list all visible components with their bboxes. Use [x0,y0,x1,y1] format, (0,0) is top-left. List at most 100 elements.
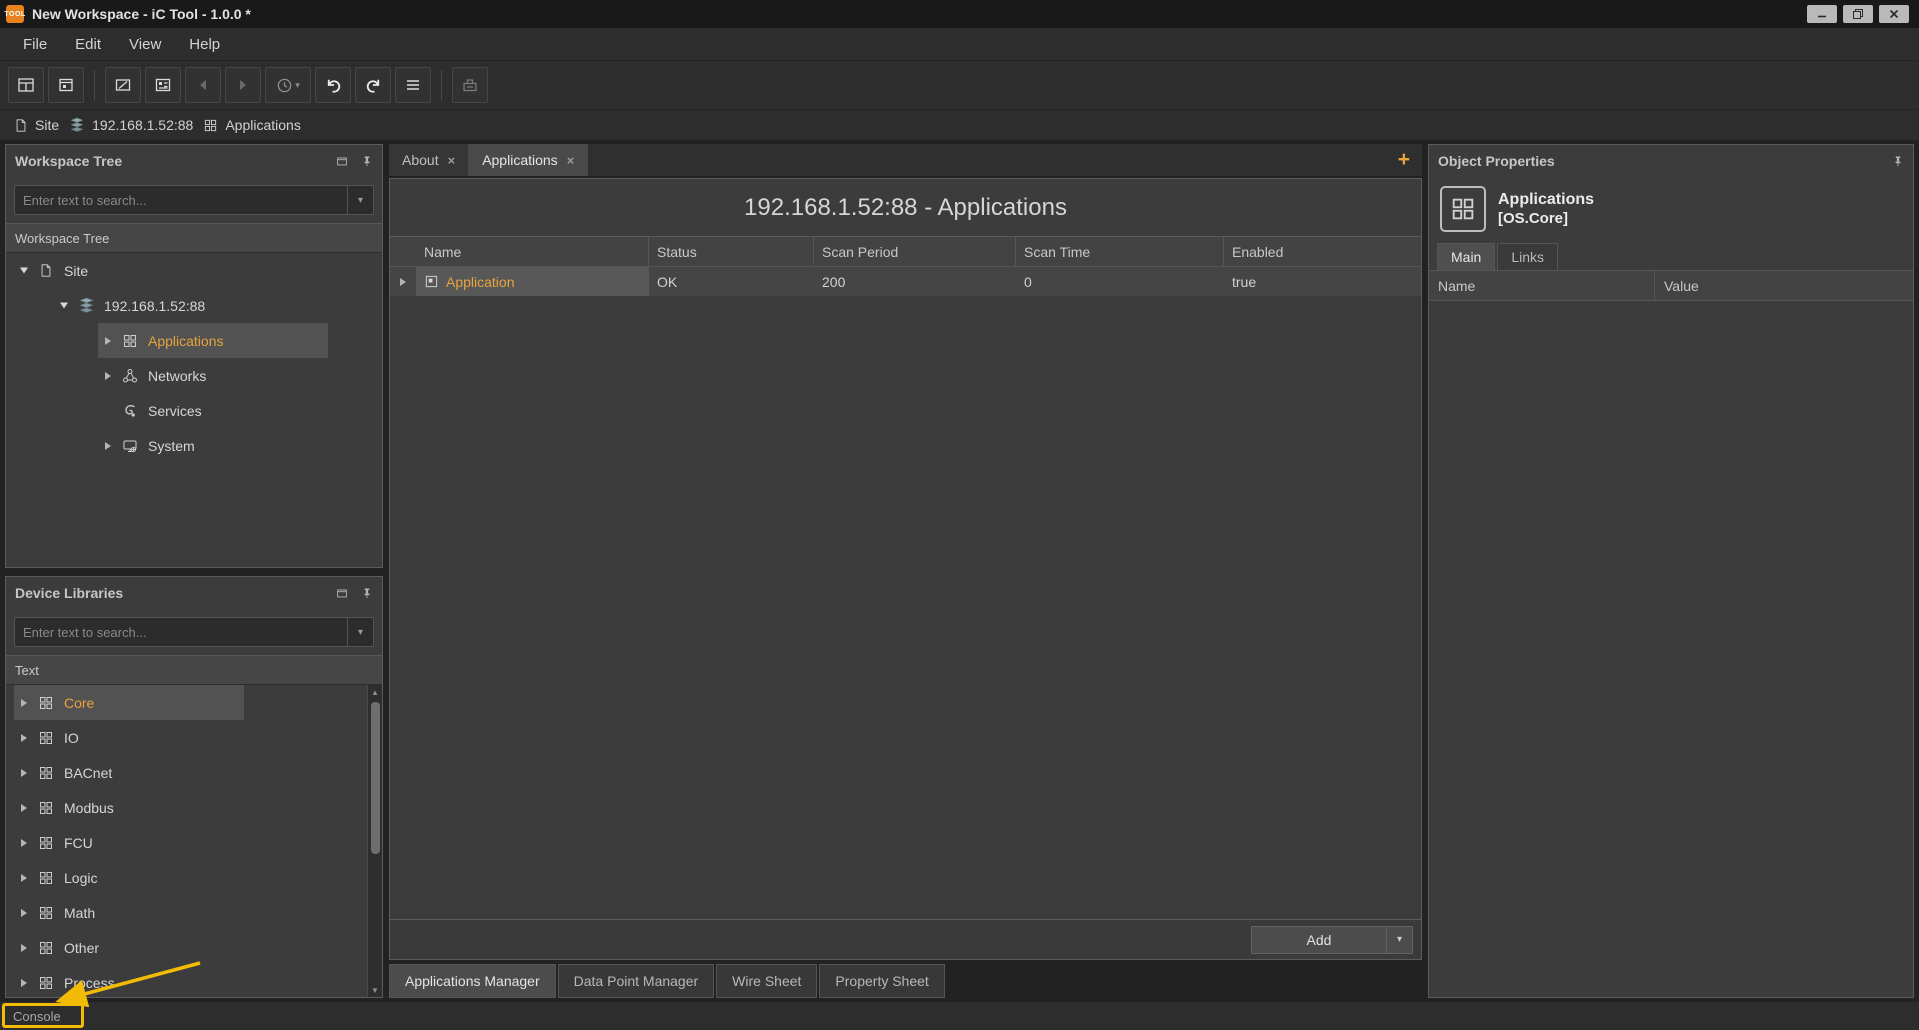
chevron-expanded-icon[interactable] [14,266,34,275]
new-tab-button[interactable]: + [1386,144,1422,176]
chevron-collapsed-icon[interactable] [14,908,34,918]
chevron-collapsed-icon[interactable] [14,698,34,708]
chevron-collapsed-icon[interactable] [14,768,34,778]
breadcrumb-controller[interactable]: 192.168.1.52:88 [69,117,193,133]
tree-item-site[interactable]: Site [6,253,382,288]
search-dropdown-button[interactable]: ▾ [347,186,373,214]
tree-item-applications[interactable]: Applications [6,323,382,358]
tab-main[interactable]: Main [1437,243,1495,270]
restore-button[interactable] [1843,5,1873,23]
close-button[interactable] [1879,5,1909,23]
back-button[interactable] [185,67,221,103]
chevron-collapsed-icon[interactable] [14,943,34,953]
device-list-scrollbar[interactable]: ▲ ▼ [367,685,382,997]
workspace-tree-header: Workspace Tree [6,145,382,177]
search-dropdown-button[interactable]: ▾ [347,618,373,646]
dock-icon[interactable] [335,586,349,600]
scroll-up-icon[interactable]: ▲ [368,685,382,699]
view-title: 192.168.1.52:88 - Applications [390,179,1421,237]
chevron-collapsed-icon[interactable] [14,803,34,813]
column-header-enabled[interactable]: Enabled [1224,237,1421,266]
tree-item-controller[interactable]: 192.168.1.52:88 [6,288,382,323]
library-item-modbus[interactable]: Modbus [6,790,367,825]
chevron-down-icon[interactable]: ▾ [1386,927,1412,953]
menu-help[interactable]: Help [176,32,233,57]
table-row[interactable]: Application OK 200 0 true [390,267,1421,297]
tree-item-networks[interactable]: Networks [6,358,382,393]
breadcrumb-site[interactable]: Site [14,117,59,133]
tab-wire-sheet[interactable]: Wire Sheet [716,964,817,998]
breadcrumb-applications[interactable]: Applications [203,117,301,133]
scroll-down-icon[interactable]: ▼ [368,983,382,997]
tab-applications-manager[interactable]: Applications Manager [389,964,556,998]
tab-applications[interactable]: Applications × [469,144,588,176]
edit-workspace-button[interactable] [105,67,141,103]
undo-button[interactable] [315,67,351,103]
chevron-collapsed-icon[interactable] [98,441,118,451]
pin-icon[interactable] [361,586,373,600]
menu-edit[interactable]: Edit [62,32,114,57]
document-tab-bar: About × Applications × + [389,144,1422,176]
column-header-scan-time[interactable]: Scan Time [1016,237,1224,266]
tab-property-sheet[interactable]: Property Sheet [819,964,944,998]
close-tab-icon[interactable]: × [567,153,575,168]
scrollbar-thumb[interactable] [371,702,380,854]
library-item-fcu[interactable]: FCU [6,825,367,860]
history-button[interactable]: ▾ [265,67,311,103]
minimize-button[interactable] [1807,5,1837,23]
workspace-options-button[interactable] [145,67,181,103]
menu-file[interactable]: File [10,32,60,57]
library-item-logic[interactable]: Logic [6,860,367,895]
new-window-button[interactable] [48,67,84,103]
column-header-scan-period[interactable]: Scan Period [814,237,1016,266]
chevron-collapsed-icon[interactable] [14,733,34,743]
library-item-label: BACnet [58,765,112,781]
layout-button[interactable] [8,67,44,103]
tree-item-services[interactable]: Services [6,393,382,428]
tab-about[interactable]: About × [389,144,469,176]
pin-icon[interactable] [361,154,373,168]
library-item-bacnet[interactable]: BACnet [6,755,367,790]
close-tab-icon[interactable]: × [448,153,456,168]
deploy-button[interactable] [452,67,488,103]
device-search-input[interactable] [15,618,347,646]
library-grid-icon [34,730,58,746]
row-expander[interactable] [390,267,416,296]
chevron-collapsed-icon[interactable] [14,873,34,883]
tab-data-point-manager[interactable]: Data Point Manager [558,964,715,998]
cell-name[interactable]: Application [416,267,649,296]
redo-button[interactable] [355,67,391,103]
column-header-value[interactable]: Value [1655,271,1913,300]
column-header-name[interactable]: Name [390,237,649,266]
workspace-search-input[interactable] [15,186,347,214]
library-item-other[interactable]: Other [6,930,367,965]
dock-icon[interactable] [335,154,349,168]
library-item-process[interactable]: Process [6,965,367,997]
console-toggle[interactable]: Console [13,1009,61,1024]
column-header-status[interactable]: Status [649,237,814,266]
device-libraries-panel: Device Libraries ▾ Text [5,576,383,998]
chevron-collapsed-icon[interactable] [98,336,118,346]
column-header-name[interactable]: Name [1429,271,1655,300]
cell-scan-time: 0 [1016,267,1224,296]
menu-view[interactable]: View [116,32,174,57]
library-item-core[interactable]: Core [6,685,367,720]
library-item-io[interactable]: IO [6,720,367,755]
tab-label: Applications [482,152,558,168]
pin-icon[interactable] [1892,154,1904,168]
services-icon [118,403,142,419]
tree-item-system[interactable]: System [6,428,382,463]
tab-links[interactable]: Links [1497,243,1558,270]
library-item-math[interactable]: Math [6,895,367,930]
tree-item-label: 192.168.1.52:88 [98,298,205,314]
chevron-collapsed-icon[interactable] [14,838,34,848]
back-icon [196,78,210,92]
list-view-button[interactable] [395,67,431,103]
forward-icon [236,78,250,92]
chevron-collapsed-icon[interactable] [98,371,118,381]
chevron-collapsed-icon[interactable] [14,978,34,988]
document-icon [14,118,28,133]
forward-button[interactable] [225,67,261,103]
chevron-expanded-icon[interactable] [54,301,74,310]
add-button[interactable]: Add ▾ [1251,926,1413,954]
